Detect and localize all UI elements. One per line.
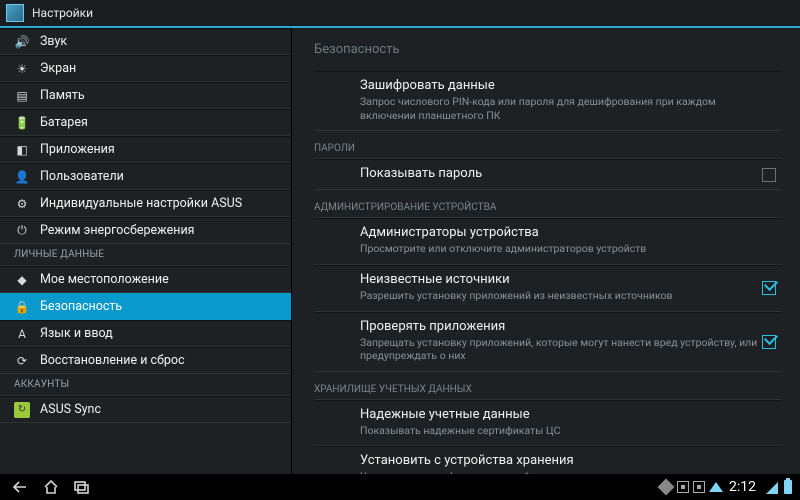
- sidebar-item-label: Восстановление и сброс: [40, 353, 185, 368]
- checkbox[interactable]: [762, 168, 776, 182]
- pref-title: Администраторы устройства: [360, 225, 764, 240]
- sidebar-item-storage[interactable]: ▤ Память: [0, 82, 291, 109]
- pref-title: Надежные учетные данные: [360, 407, 764, 422]
- status-battery-icon: [784, 480, 792, 494]
- sidebar-item-display[interactable]: ☀ Экран: [0, 55, 291, 82]
- sidebar-item-label: Звук: [40, 34, 67, 49]
- sidebar-item-language[interactable]: A Язык и ввод: [0, 320, 291, 347]
- pref-summary: Разрешить установку приложений из неизве…: [360, 289, 764, 303]
- sidebar-item-location[interactable]: ◆ Мое местоположение: [0, 266, 291, 293]
- pref-title: Показывать пароль: [360, 166, 764, 181]
- pref-summary: Запрос числового PIN-кода или пароля для…: [360, 95, 764, 122]
- nav-back-button[interactable]: [6, 477, 36, 497]
- status-generic-icon: [677, 481, 689, 493]
- action-bar-title: Настройки: [32, 6, 93, 20]
- lock-icon: 🔒: [14, 300, 30, 314]
- sidebar-item-power-saving[interactable]: ⏻ Режим энергосбережения: [0, 217, 291, 244]
- checkbox[interactable]: [762, 281, 776, 295]
- backup-icon: ⟳: [14, 354, 30, 368]
- sidebar-item-label: ASUS Sync: [40, 402, 101, 417]
- pref-unknown-sources[interactable]: Неизвестные источники Разрешить установк…: [314, 265, 782, 312]
- detail-title: Безопасность: [292, 28, 800, 67]
- sync-icon: ↻: [14, 402, 30, 418]
- pref-install-from-storage[interactable]: Установить с устройства хранения Установ…: [314, 446, 782, 474]
- sidebar-header-accounts: АККАУНТЫ: [0, 374, 291, 396]
- pref-device-admins[interactable]: Администраторы устройства Просмотрите ил…: [314, 218, 782, 265]
- pref-title: Зашифровать данные: [360, 78, 764, 93]
- settings-detail-pane: Безопасность Зашифровать данные Запрос ч…: [292, 28, 800, 474]
- sidebar-item-label: Батарея: [40, 115, 88, 130]
- sidebar-item-label: Приложения: [40, 142, 115, 157]
- status-signal-icon: [764, 480, 778, 494]
- sidebar-item-backup[interactable]: ⟳ Восстановление и сброс: [0, 347, 291, 374]
- apps-icon: ◧: [14, 143, 30, 157]
- settings-sidebar: 🔊 Звук ☀ Экран ▤ Память 🔋 Батарея ◧ Прил…: [0, 28, 292, 474]
- status-diamond-icon: [658, 479, 675, 496]
- users-icon: 👤: [14, 170, 30, 184]
- sidebar-item-battery[interactable]: 🔋 Батарея: [0, 109, 291, 136]
- location-icon: ◆: [14, 273, 30, 287]
- sidebar-item-label: Экран: [40, 61, 76, 76]
- sidebar-header-personal: ЛИЧНЫЕ ДАННЫЕ: [0, 244, 291, 266]
- sidebar-item-label: Язык и ввод: [40, 326, 113, 341]
- pref-trusted-creds[interactable]: Надежные учетные данные Показывать надеж…: [314, 400, 782, 447]
- pref-verify-apps[interactable]: Проверять приложения Запрещать установку…: [314, 312, 782, 372]
- storage-icon: ▤: [14, 89, 30, 103]
- content-split: 🔊 Звук ☀ Экран ▤ Память 🔋 Батарея ◧ Прил…: [0, 28, 800, 474]
- status-clock[interactable]: 2:12: [729, 479, 756, 495]
- sidebar-item-label: Пользователи: [40, 169, 124, 184]
- settings-app-icon: [6, 4, 24, 22]
- pref-summary: Показывать надежные сертификаты ЦС: [360, 424, 764, 438]
- nav-home-button[interactable]: [36, 477, 66, 497]
- sound-icon: 🔊: [14, 35, 30, 49]
- sidebar-item-users[interactable]: 👤 Пользователи: [0, 163, 291, 190]
- sidebar-item-asus-sync[interactable]: ↻ ASUS Sync: [0, 396, 291, 423]
- sidebar-item-sound[interactable]: 🔊 Звук: [0, 28, 291, 55]
- sidebar-item-asus-custom[interactable]: ⚙ Индивидуальные настройки ASUS: [0, 190, 291, 217]
- nav-recents-button[interactable]: [66, 477, 96, 497]
- sidebar-item-security[interactable]: 🔒 Безопасность: [0, 293, 291, 320]
- sidebar-item-label: Память: [40, 88, 85, 103]
- pref-summary: Запрещать установку приложений, которые …: [360, 336, 764, 363]
- system-nav-bar: 2:12: [0, 474, 800, 500]
- checkbox[interactable]: [762, 335, 776, 349]
- status-usb-icon: [693, 481, 705, 493]
- pref-encrypt[interactable]: Зашифровать данные Запрос числового PIN-…: [314, 71, 782, 131]
- pref-title: Неизвестные источники: [360, 272, 764, 287]
- power-icon: ⏻: [14, 223, 30, 238]
- section-header-cred-storage: ХРАНИЛИЩЕ УЧЕТНЫХ ДАННЫХ: [314, 374, 782, 400]
- language-icon: A: [14, 327, 30, 341]
- action-bar: Настройки: [0, 0, 800, 28]
- pref-title: Проверять приложения: [360, 319, 764, 334]
- sidebar-item-label: Режим энергосбережения: [40, 223, 195, 238]
- sidebar-item-label: Индивидуальные настройки ASUS: [40, 196, 242, 211]
- battery-icon: 🔋: [14, 116, 30, 130]
- status-wifi-icon: [709, 480, 723, 494]
- sidebar-item-apps[interactable]: ◧ Приложения: [0, 136, 291, 163]
- gear-icon: ⚙: [14, 197, 30, 211]
- section-header-passwords: ПАРОЛИ: [314, 133, 782, 159]
- pref-show-password[interactable]: Показывать пароль: [314, 159, 782, 190]
- display-icon: ☀: [14, 62, 30, 76]
- section-header-device-admin: АДМИНИСТРИРОВАНИЕ УСТРОЙСТВА: [314, 192, 782, 218]
- sidebar-item-label: Безопасность: [40, 299, 122, 314]
- pref-summary: Просмотрите или отключите администраторо…: [360, 242, 764, 256]
- pref-title: Установить с устройства хранения: [360, 453, 764, 468]
- sidebar-item-label: Мое местоположение: [40, 272, 169, 287]
